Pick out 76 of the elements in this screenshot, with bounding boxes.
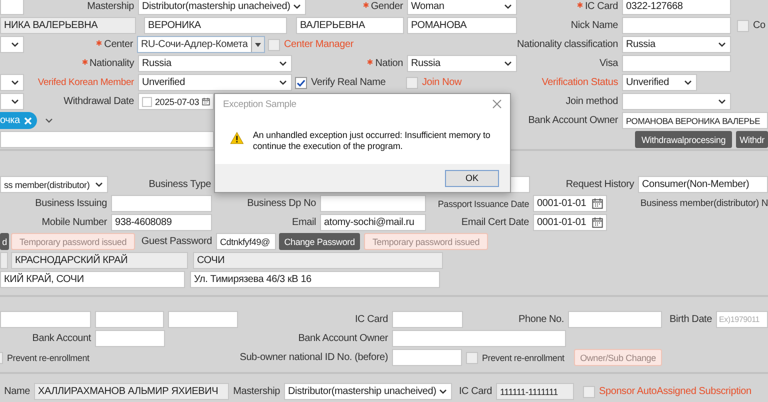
field-label: Request History <box>566 179 634 190</box>
checkbox-label: Center Manager <box>284 39 354 50</box>
field-label: Business Type <box>148 179 211 190</box>
input-field[interactable]: НИКА ВАЛЕРЬЕВНА <box>0 17 136 34</box>
field-label: Center <box>96 39 133 50</box>
button[interactable]: d <box>0 233 9 250</box>
field-label: Nick Name <box>570 20 618 31</box>
input-field[interactable]: ВАЛЕРЬЕВНА <box>296 17 404 34</box>
field-label: IC Card <box>354 314 388 325</box>
field-label: Email Cert Date <box>461 217 529 228</box>
dropdown[interactable]: Unverified <box>622 74 697 91</box>
input-field[interactable]: ХАЛЛИРАХМАНОВ АЛЬМИР ЯХИЕВИЧ <box>34 383 229 400</box>
field-label: Business Dp No <box>247 198 316 209</box>
dropdown[interactable]: ss member(distributor) <box>0 176 108 193</box>
input-field[interactable]: ВЕРОНИКА <box>144 17 287 34</box>
error-message: An unhandled exception just occurred: Insufficient memory to continue the execution of the program. <box>252 130 492 152</box>
input-field[interactable]: КРАСНОДАРСКИЙ КРАЙ <box>11 252 188 269</box>
date-field[interactable]: 2025-07-03 <box>138 93 214 110</box>
field-label: Business member(distributor) N <box>640 198 768 209</box>
field-label: Nation <box>367 58 403 69</box>
field-label: Mastership <box>233 386 280 397</box>
field-label: Birth Date <box>670 314 712 325</box>
field-label: Join method <box>566 96 618 107</box>
field-label: Business Issuing <box>35 198 107 209</box>
input-field[interactable]: СОЧИ <box>193 252 443 269</box>
input-field[interactable]: Cdtnkfyf49@ <box>216 233 276 250</box>
field-label: IC Card <box>458 386 492 397</box>
checkbox-label: Prevent re-enrollment <box>482 352 564 362</box>
combo-box[interactable]: RU-Сочи-Адлер-Комета <box>137 36 265 53</box>
checkbox-label: Co <box>753 20 766 31</box>
input-field[interactable]: atomy-sochi@mail.ru <box>320 214 426 231</box>
dropdown[interactable]: Russia <box>622 36 731 53</box>
date-field[interactable]: 0001-01-01 <box>533 195 607 212</box>
dropdown[interactable]: Russia <box>407 55 517 72</box>
field-label: Mobile Number <box>42 217 107 228</box>
field-label: IC Card <box>576 1 618 12</box>
date-field[interactable]: 0001-01-01 <box>533 214 607 231</box>
field-label: Mastership <box>87 1 134 12</box>
field-label: Name <box>4 386 30 397</box>
field-label: Nationality <box>82 58 134 69</box>
checkbox-label: Prevent re-enrollment <box>7 352 90 362</box>
field-label: Bank Account <box>32 333 91 344</box>
dropdown[interactable]: Woman <box>407 0 517 15</box>
dropdown[interactable]: Unverified <box>138 74 292 91</box>
field-label: Bank Account Owner <box>528 115 618 126</box>
dropdown[interactable]: Distributor(mastership unacheived) <box>284 383 452 400</box>
dropdown[interactable]: Russia <box>138 55 292 72</box>
input-field[interactable]: 0322-127668 <box>622 0 731 15</box>
button[interactable]: Withdr <box>736 131 768 148</box>
field-label: Phone No. <box>518 314 564 325</box>
dropdown[interactable]: Consumer(Non-Member) <box>638 176 768 193</box>
checkbox-label: Join Now <box>422 77 462 88</box>
field-label: Verifed Korean Member <box>38 77 134 88</box>
ok-button[interactable]: OK <box>445 170 499 186</box>
field-label: Verification Status <box>542 77 618 88</box>
dialog-title: Exception Sample <box>223 98 296 110</box>
checkbox-label: Verify Real Name <box>311 77 386 88</box>
button[interactable]: Change Password <box>279 233 360 250</box>
input-field[interactable]: 938-4608089 <box>111 214 212 231</box>
field-label: Bank Account Owner <box>298 333 388 344</box>
input-field[interactable]: РОМАНОВА <box>407 17 517 34</box>
field-label: Withdrawal Date <box>64 96 134 107</box>
dropdown[interactable]: Distributor(mastership unacheived) <box>138 0 306 15</box>
button[interactable]: Withdrawalprocessing <box>635 131 732 148</box>
field-label: Gender <box>362 1 403 12</box>
field-label: Nationality classification <box>517 39 618 50</box>
input-field[interactable]: РОМАНОВА ВЕРОНИКА ВАЛЕРЬЕ <box>622 112 768 129</box>
checkbox-label: Sponsor AutoAssigned Subscription <box>599 386 752 397</box>
field-label: Visa <box>600 58 618 69</box>
input-field[interactable]: КИЙ КРАЙ, СОЧИ <box>0 271 185 288</box>
field-label: Passport Issuance Date <box>438 198 529 208</box>
field-label: Email <box>292 217 316 228</box>
field-label: Sub-owner national ID No. (before) <box>240 352 388 363</box>
input-field[interactable]: 111111-1111111 <box>496 383 574 400</box>
input-field[interactable]: Ул. Тимирязева 46/3 кВ 16 <box>190 271 440 288</box>
field-label: Guest Password <box>141 236 212 247</box>
